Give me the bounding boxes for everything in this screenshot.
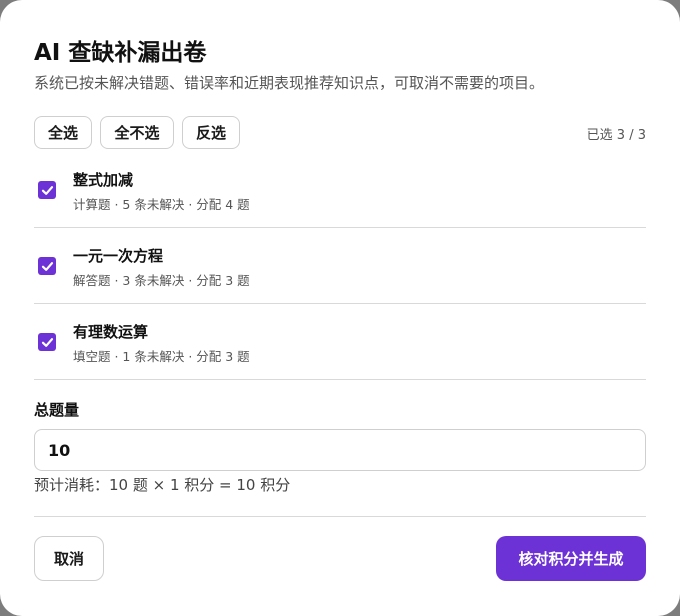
dialog-subtitle: 系统已按未解决错题、错误率和近期表现推荐知识点，可取消不需要的项目。 [34, 74, 545, 92]
select-none-button[interactable]: 全不选 [100, 116, 174, 149]
estimated-cost: 预计消耗：10 题 × 1 积分 = 10 积分 [34, 476, 291, 494]
knowledge-point-item[interactable]: 一元一次方程 解答题 · 3 条未解决 · 分配 3 题 [34, 228, 646, 304]
footer-divider [34, 516, 646, 517]
item-name: 一元一次方程 [73, 247, 164, 265]
item-meta: 计算题 · 5 条未解决 · 分配 4 题 [73, 197, 250, 212]
knowledge-point-item[interactable]: 有理数运算 填空题 · 1 条未解决 · 分配 3 题 [34, 304, 646, 380]
item-checkbox[interactable] [38, 181, 56, 199]
cancel-button[interactable]: 取消 [34, 536, 104, 581]
item-meta: 填空题 · 1 条未解决 · 分配 3 题 [73, 349, 250, 364]
check-icon [41, 185, 53, 195]
selected-count: 已选 3 / 3 [586, 128, 646, 143]
select-all-button[interactable]: 全选 [34, 116, 92, 149]
item-meta: 解答题 · 3 条未解决 · 分配 3 题 [73, 273, 250, 288]
item-checkbox[interactable] [38, 257, 56, 275]
total-questions-input[interactable] [34, 429, 646, 471]
total-questions-label: 总题量 [34, 401, 80, 419]
check-icon [41, 337, 53, 347]
dialog-title: AI 查缺补漏出卷 [34, 40, 207, 66]
item-name: 整式加减 [73, 171, 134, 189]
item-name: 有理数运算 [73, 323, 149, 341]
ai-fill-gaps-dialog: AI 查缺补漏出卷 系统已按未解决错题、错误率和近期表现推荐知识点，可取消不需要… [0, 0, 680, 616]
knowledge-point-item[interactable]: 整式加减 计算题 · 5 条未解决 · 分配 4 题 [34, 152, 646, 228]
invert-selection-button[interactable]: 反选 [182, 116, 240, 149]
item-checkbox[interactable] [38, 333, 56, 351]
check-icon [41, 261, 53, 271]
confirm-generate-button[interactable]: 核对积分并生成 [496, 536, 646, 581]
